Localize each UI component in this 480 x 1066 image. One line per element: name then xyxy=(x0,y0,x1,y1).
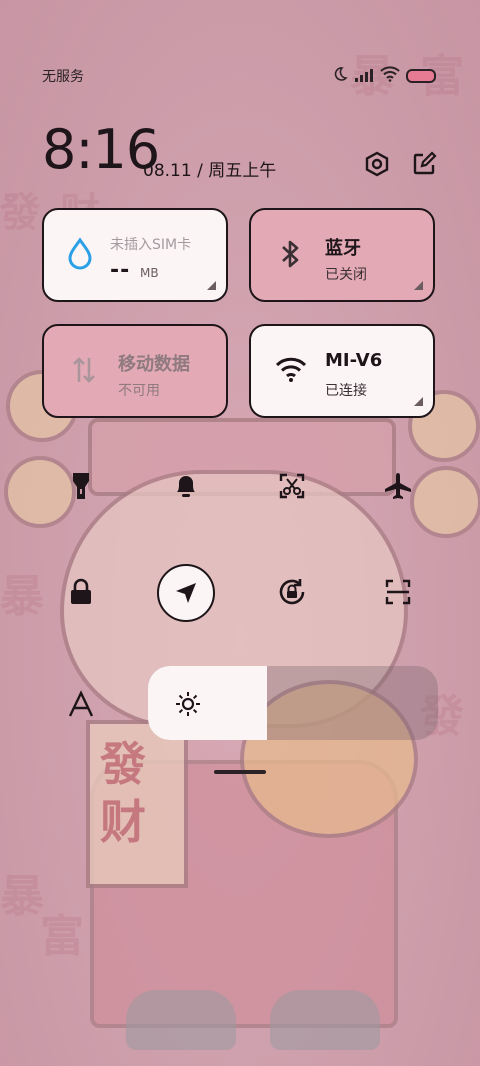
screenshot-icon[interactable] xyxy=(270,464,314,508)
water-drop-icon xyxy=(62,236,98,272)
data-usage-value: -- xyxy=(110,258,131,283)
moon-icon xyxy=(332,66,348,86)
scan-icon[interactable] xyxy=(376,570,420,614)
wifi-network-name: MI-V6 xyxy=(325,350,383,371)
sun-icon xyxy=(174,690,202,718)
wifi-tile[interactable]: MI-V6 已连接 xyxy=(249,324,435,418)
clock: 8:16 xyxy=(42,118,160,181)
wifi-status: 已连接 xyxy=(325,383,367,399)
bell-icon[interactable] xyxy=(164,464,208,508)
bluetooth-title: 蓝牙 xyxy=(325,238,361,259)
drag-handle[interactable] xyxy=(214,770,266,774)
sim-status-label: 未插入SIM卡 xyxy=(110,237,192,253)
lock-icon[interactable] xyxy=(59,570,103,614)
location-icon[interactable] xyxy=(157,564,215,622)
bluetooth-status: 已关闭 xyxy=(325,267,367,283)
data-usage-tile[interactable]: 未插入SIM卡 -- MB xyxy=(42,208,228,302)
carrier-label: 无服务 xyxy=(42,69,84,85)
status-icons xyxy=(332,66,436,86)
wallpaper-coin xyxy=(410,466,480,538)
settings-icon[interactable] xyxy=(363,150,391,178)
wifi-icon xyxy=(380,66,400,86)
wallpaper-glyph: 富 xyxy=(40,911,84,962)
edit-icon[interactable] xyxy=(410,150,438,178)
wifi-icon xyxy=(273,352,309,388)
expand-corner-icon xyxy=(414,397,423,406)
wallpaper-foot xyxy=(126,990,236,1050)
expand-corner-icon xyxy=(414,281,423,290)
mobile-data-title: 移动数据 xyxy=(118,354,190,375)
signal-icon xyxy=(354,67,374,86)
bluetooth-icon xyxy=(273,236,309,272)
flashlight-icon[interactable] xyxy=(59,464,103,508)
mobile-data-tile[interactable]: 移动数据 不可用 xyxy=(42,324,228,418)
font-size-icon[interactable] xyxy=(59,682,103,726)
rotation-lock-icon[interactable] xyxy=(270,570,314,614)
wallpaper-glyph: 發 xyxy=(0,189,40,236)
battery-icon xyxy=(406,69,436,83)
bluetooth-tile[interactable]: 蓝牙 已关闭 xyxy=(249,208,435,302)
airplane-icon[interactable] xyxy=(376,464,420,508)
wallpaper-scroll-text: 發财 xyxy=(100,737,146,849)
data-transfer-icon xyxy=(66,352,102,388)
wallpaper-foot xyxy=(270,990,380,1050)
wallpaper-glyph: 暴 xyxy=(0,571,44,622)
mobile-data-status: 不可用 xyxy=(118,383,160,399)
status-bar: 无服务 xyxy=(0,58,480,94)
date-label: 08.11 / 周五上午 xyxy=(143,161,277,181)
brightness-slider-fill xyxy=(148,666,267,740)
data-usage-unit: MB xyxy=(140,266,159,280)
wallpaper-glyph: 暴 xyxy=(0,871,44,922)
expand-corner-icon xyxy=(207,281,216,290)
